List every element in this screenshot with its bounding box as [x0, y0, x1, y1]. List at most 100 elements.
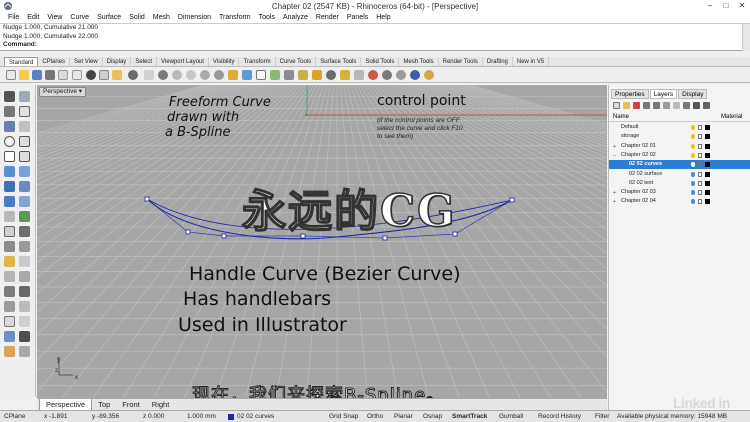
help-icon[interactable] — [424, 70, 434, 80]
light-bulb-icon[interactable] — [340, 70, 350, 80]
layer-color-swatch[interactable] — [705, 125, 710, 130]
menu-view[interactable]: View — [43, 12, 66, 23]
osnap-toggle[interactable]: Osnap — [423, 413, 442, 420]
explode-icon[interactable] — [19, 256, 30, 267]
save-icon[interactable] — [32, 70, 42, 80]
control-point[interactable] — [509, 197, 515, 203]
import-icon[interactable] — [58, 70, 68, 80]
copy-object-icon[interactable] — [4, 226, 15, 237]
text-icon[interactable] — [19, 316, 30, 327]
light-bulb-icon[interactable] — [691, 162, 695, 168]
layer-color-swatch[interactable] — [705, 171, 710, 177]
undo-icon[interactable] — [128, 70, 138, 80]
circle-icon[interactable] — [4, 136, 15, 147]
viewport-label[interactable]: Perspective ▾ — [39, 87, 87, 97]
tab-solid-tools[interactable]: Solid Tools — [361, 57, 400, 66]
material-sphere-icon[interactable] — [382, 70, 392, 80]
group-icon[interactable] — [19, 301, 30, 312]
filter-icon[interactable] — [673, 102, 680, 109]
lock-icon[interactable] — [698, 171, 702, 177]
new-layer-icon[interactable] — [613, 102, 620, 109]
layer-name[interactable]: 02 02 text — [629, 180, 653, 186]
layer-color-swatch[interactable] — [705, 190, 710, 196]
filter-toggle[interactable]: Filter — [595, 413, 609, 420]
layer-name[interactable]: Chapter 02 01 — [621, 143, 656, 149]
tab-display-panel[interactable]: Display — [678, 89, 708, 99]
perspective-viewport[interactable]: x yz Perspective ▾ Freeform Curve drawn w… — [37, 85, 607, 398]
move-up-icon[interactable] — [643, 102, 650, 109]
analyze-curve-icon[interactable] — [4, 331, 15, 342]
maximize-button[interactable]: □ — [718, 0, 734, 12]
lock-icon[interactable] — [698, 180, 702, 186]
menu-render[interactable]: Render — [312, 12, 343, 23]
smarttrack-toggle[interactable]: SmartTrack — [452, 413, 487, 420]
expand-icon[interactable]: + — [613, 144, 616, 150]
layer-color-swatch[interactable] — [705, 180, 710, 186]
rectangle-icon[interactable] — [4, 151, 15, 162]
menu-tools[interactable]: Tools — [255, 12, 279, 23]
scale-icon[interactable] — [4, 241, 15, 252]
mesh-icon[interactable] — [4, 211, 15, 222]
light-bulb-icon[interactable] — [691, 180, 695, 186]
loft-icon[interactable] — [4, 196, 15, 207]
sweep-icon[interactable] — [19, 196, 30, 207]
layer-color-swatch[interactable] — [705, 162, 710, 168]
mirror-icon[interactable] — [19, 241, 30, 252]
lock-icon[interactable] — [698, 143, 702, 149]
interp-curve-icon[interactable] — [19, 121, 30, 132]
analyze-icon[interactable] — [354, 70, 364, 80]
command-scrollbar[interactable] — [742, 24, 750, 51]
layer-icon[interactable] — [326, 70, 336, 80]
zoom-extents-icon[interactable] — [200, 70, 210, 80]
copy-icon[interactable] — [99, 70, 109, 80]
print-icon[interactable] — [45, 70, 55, 80]
tab-render-tools[interactable]: Render Tools — [439, 57, 483, 66]
layer-row[interactable]: 02 02 curves — [609, 160, 750, 170]
tab-top[interactable]: Top — [92, 399, 116, 410]
help-icon[interactable] — [703, 102, 710, 109]
rotate-icon[interactable] — [19, 226, 30, 237]
record-history-toggle[interactable]: Record History — [538, 413, 581, 420]
curve-icon[interactable] — [4, 121, 15, 132]
layer-name[interactable]: Chapter 02 02 — [621, 152, 656, 158]
light-bulb-icon[interactable] — [691, 190, 695, 196]
zoom-selected-icon[interactable] — [214, 70, 224, 80]
tab-curve-tools[interactable]: Curve Tools — [276, 57, 317, 66]
light-bulb-icon[interactable] — [691, 171, 695, 177]
menu-edit[interactable]: Edit — [23, 12, 43, 23]
layout-icon[interactable] — [72, 70, 82, 80]
layer-name[interactable]: Default — [621, 124, 638, 130]
tab-visibility[interactable]: Visibility — [209, 57, 240, 66]
boolean-icon[interactable] — [4, 286, 15, 297]
layer-row[interactable]: − Chapter 02 02 — [609, 151, 750, 160]
control-point[interactable] — [144, 196, 150, 202]
menu-file[interactable]: File — [4, 12, 23, 23]
menu-panels[interactable]: Panels — [343, 12, 372, 23]
zoom-icon[interactable] — [172, 70, 182, 80]
tab-display[interactable]: Display — [103, 57, 132, 66]
ortho-toggle[interactable]: Ortho — [367, 413, 383, 420]
layer-states-icon[interactable] — [683, 102, 690, 109]
sphere-icon[interactable] — [19, 181, 30, 192]
render-icon[interactable] — [368, 70, 378, 80]
layer-color-swatch[interactable] — [705, 152, 710, 158]
split-icon[interactable] — [19, 271, 30, 282]
expand-icon[interactable]: + — [613, 199, 616, 205]
lock-icon[interactable] — [698, 199, 702, 205]
layer-name[interactable]: 02 02 surface — [629, 171, 662, 177]
cut-icon[interactable] — [86, 70, 96, 80]
tab-drafting[interactable]: Drafting — [483, 57, 513, 66]
arc-icon[interactable] — [19, 136, 30, 147]
light-bulb-icon[interactable] — [691, 152, 695, 158]
lock-icon[interactable] — [698, 162, 702, 168]
tab-set-view[interactable]: Set View — [70, 57, 103, 66]
history-icon[interactable] — [19, 331, 30, 342]
lock-icon[interactable] — [698, 190, 702, 196]
layer-row[interactable]: storage — [609, 132, 750, 141]
menu-solid[interactable]: Solid — [125, 12, 149, 23]
four-view-icon[interactable] — [256, 70, 266, 80]
menu-analyze[interactable]: Analyze — [279, 12, 312, 23]
paste-icon[interactable] — [112, 70, 122, 80]
light-bulb-icon[interactable] — [691, 134, 695, 140]
tab-surface-tools[interactable]: Surface Tools — [316, 57, 362, 66]
